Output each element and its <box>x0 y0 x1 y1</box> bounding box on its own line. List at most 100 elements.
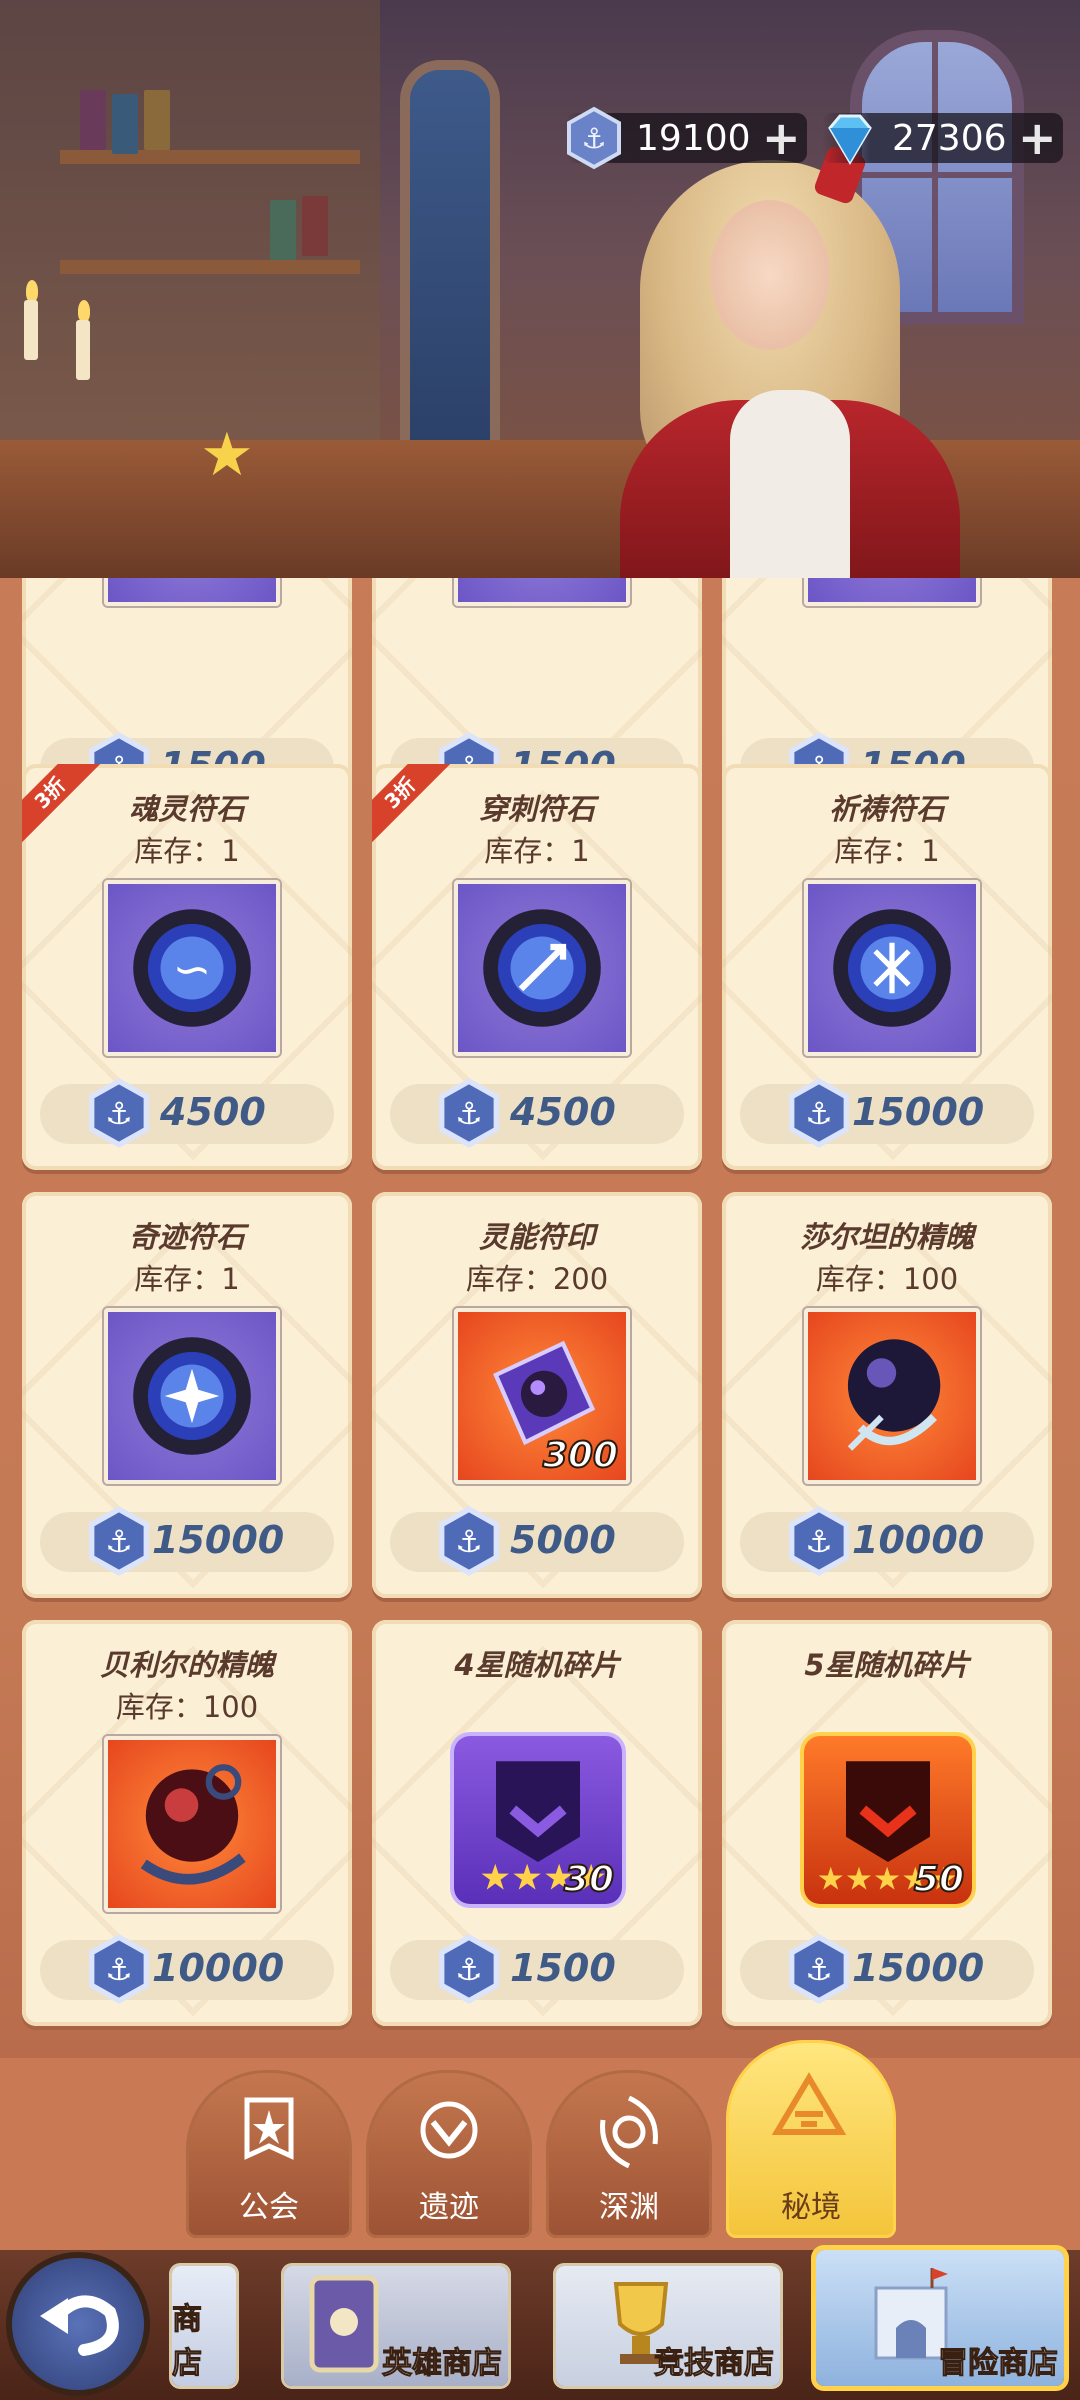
shop-tab-hero[interactable]: 英雄商店 <box>284 2266 508 2386</box>
item-name: 莎尔坦的精魄 <box>799 1220 974 1254</box>
star-icon: ★ <box>200 420 254 490</box>
shopkeeper-character <box>620 144 960 580</box>
gem-amount: 27306 <box>892 117 1007 159</box>
price-amount: 4500 <box>510 1090 616 1134</box>
item-quantity: 30 <box>563 1858 615 1901</box>
item-name: 贝利尔的精魄 <box>99 1648 274 1682</box>
add-gems-button[interactable]: + <box>1018 115 1057 161</box>
price-amount: 15000 <box>852 1090 985 1134</box>
miracle-rune-icon <box>104 1308 280 1484</box>
svg-text:⚓: ⚓ <box>105 1525 132 1560</box>
shop-item-card[interactable]: 贝利尔的精魄 库存：100 ⚓ 10000 <box>22 1620 352 2026</box>
svg-text:⚓: ⚓ <box>581 122 606 155</box>
anchor-coin-icon: ⚓ <box>788 1934 850 2004</box>
item-name: 奇迹符石 <box>128 1220 245 1254</box>
rune-icon <box>454 578 630 606</box>
essence-orb-icon <box>104 1736 280 1912</box>
item-name: 穿刺符石 <box>478 792 595 826</box>
tab-label: 遗迹 <box>419 2190 479 2225</box>
shop-item-grid: ⚓ 1500 ⚓ 1500 ⚓ 1500 3折 魂灵符石 库存：1 ∽ ⚓ 45… <box>0 578 1080 2058</box>
anchor-coin-icon: ⚓ <box>567 106 621 170</box>
shard-4star-icon: ★★★★ 30 <box>454 1736 622 1904</box>
shop-tab-adventure[interactable]: 冒险商店 <box>816 2250 1064 2386</box>
price-amount: 4500 <box>160 1090 266 1134</box>
shelf <box>60 150 360 164</box>
category-tabs: 公会 遗迹 深渊 秘境 <box>0 2040 1080 2250</box>
shop-label: 冒险商店 <box>938 2346 1059 2382</box>
gem-balance: 27306 + <box>822 106 1063 170</box>
rune-icon <box>104 578 280 606</box>
item-stock: 库存：100 <box>815 1262 959 1296</box>
price-amount: 15000 <box>852 1946 985 1990</box>
coin-amount: 19100 <box>636 117 751 159</box>
price-tag: ⚓ 1500 <box>390 1934 684 2004</box>
tab-label: 秘境 <box>781 2190 841 2225</box>
relic-icon <box>420 2101 478 2159</box>
guild-banner-icon <box>244 2097 294 2160</box>
tab-abyss[interactable]: 深渊 <box>546 2070 712 2238</box>
svg-text:⚓: ⚓ <box>805 1525 832 1560</box>
shop-tab-partial[interactable]: 商店 <box>172 2266 236 2386</box>
tab-label: 深渊 <box>599 2190 659 2225</box>
book <box>112 94 138 154</box>
book <box>302 196 328 256</box>
price-tag: ⚓ 15000 <box>740 1934 1034 2004</box>
back-arrow-icon <box>40 2295 119 2356</box>
shop-tab-arena[interactable]: 竞技商店 <box>556 2266 780 2386</box>
soul-rune-icon: ∽ <box>104 880 280 1056</box>
item-name: 魂灵符石 <box>128 792 245 826</box>
tab-secret-realm[interactable]: 秘境 <box>726 2040 896 2238</box>
tab-relic[interactable]: 遗迹 <box>366 2070 532 2238</box>
item-name: 灵能符印 <box>478 1220 595 1254</box>
essence-orb-icon <box>804 1308 980 1484</box>
shop-selector-bar: 商店 英雄商店 竞技商店 冒险商店 <box>0 2250 1080 2400</box>
anchor-coin-icon: ⚓ <box>788 1078 850 1148</box>
item-stock: 库存：1 <box>134 834 240 868</box>
svg-text:⚓: ⚓ <box>805 1953 832 1988</box>
anchor-coin-icon: ⚓ <box>438 1506 500 1576</box>
item-stock: 库存：1 <box>484 834 590 868</box>
item-quantity: 300 <box>542 1434 619 1477</box>
add-coins-button[interactable]: + <box>762 115 801 161</box>
book <box>270 200 296 260</box>
item-quantity: 50 <box>913 1858 965 1901</box>
shop-item-card[interactable]: 3折 穿刺符石 库存：1 ⚓ 4500 <box>372 764 702 1170</box>
shop-item-card[interactable]: 祈祷符石 库存：1 ⚓ 15000 <box>722 764 1052 1170</box>
shop-item-card[interactable]: 5星随机碎片 ★★★★★ 50 ⚓ 15000 <box>722 1620 1052 2026</box>
shop-item-card[interactable]: 奇迹符石 库存：1 ⚓ 15000 <box>22 1192 352 1598</box>
back-button[interactable] <box>12 2258 144 2390</box>
price-tag: ⚓ 15000 <box>740 1078 1034 1148</box>
shop-item-card[interactable]: 3折 魂灵符石 库存：1 ∽ ⚓ 4500 <box>22 764 352 1170</box>
price-tag: ⚓ 5000 <box>390 1506 684 1576</box>
price-tag: ⚓ 10000 <box>40 1934 334 2004</box>
book <box>80 90 106 150</box>
shop-item-card[interactable]: 灵能符印 库存：200 300 ⚓ 5000 <box>372 1192 702 1598</box>
item-stock: 库存：1 <box>834 834 940 868</box>
candle-flame <box>26 280 38 302</box>
item-stock: 库存：1 <box>134 1262 240 1296</box>
svg-text:⚓: ⚓ <box>455 1097 482 1132</box>
anchor-coin-icon: ⚓ <box>88 1506 150 1576</box>
arched-door <box>400 60 500 480</box>
book <box>144 90 170 150</box>
item-name: 5星随机碎片 <box>804 1648 970 1682</box>
rune-icon <box>804 578 980 606</box>
item-name: 4星随机碎片 <box>454 1648 620 1682</box>
shelf <box>60 260 360 274</box>
price-amount: 5000 <box>510 1518 616 1562</box>
shop-label: 竞技商店 <box>654 2346 775 2382</box>
shop-item-card[interactable]: 莎尔坦的精魄 库存：100 ⚓ 10000 <box>722 1192 1052 1598</box>
svg-text:⚓: ⚓ <box>455 1525 482 1560</box>
prayer-rune-icon <box>804 880 980 1056</box>
price-tag: ⚓ 10000 <box>740 1506 1034 1576</box>
shop-item-card[interactable]: 4星随机碎片 ★★★★ 30 ⚓ 1500 <box>372 1620 702 2026</box>
svg-text:∽: ∽ <box>173 942 212 996</box>
psionic-seal-icon: 300 <box>454 1308 630 1484</box>
svg-text:⚓: ⚓ <box>805 1097 832 1132</box>
price-tag: ⚓ 15000 <box>40 1506 334 1576</box>
tab-label: 公会 <box>239 2190 299 2225</box>
price-tag: ⚓ 4500 <box>390 1078 684 1148</box>
svg-text:⚓: ⚓ <box>105 1097 132 1132</box>
candle-flame <box>78 300 90 322</box>
tab-guild[interactable]: 公会 <box>186 2070 352 2238</box>
